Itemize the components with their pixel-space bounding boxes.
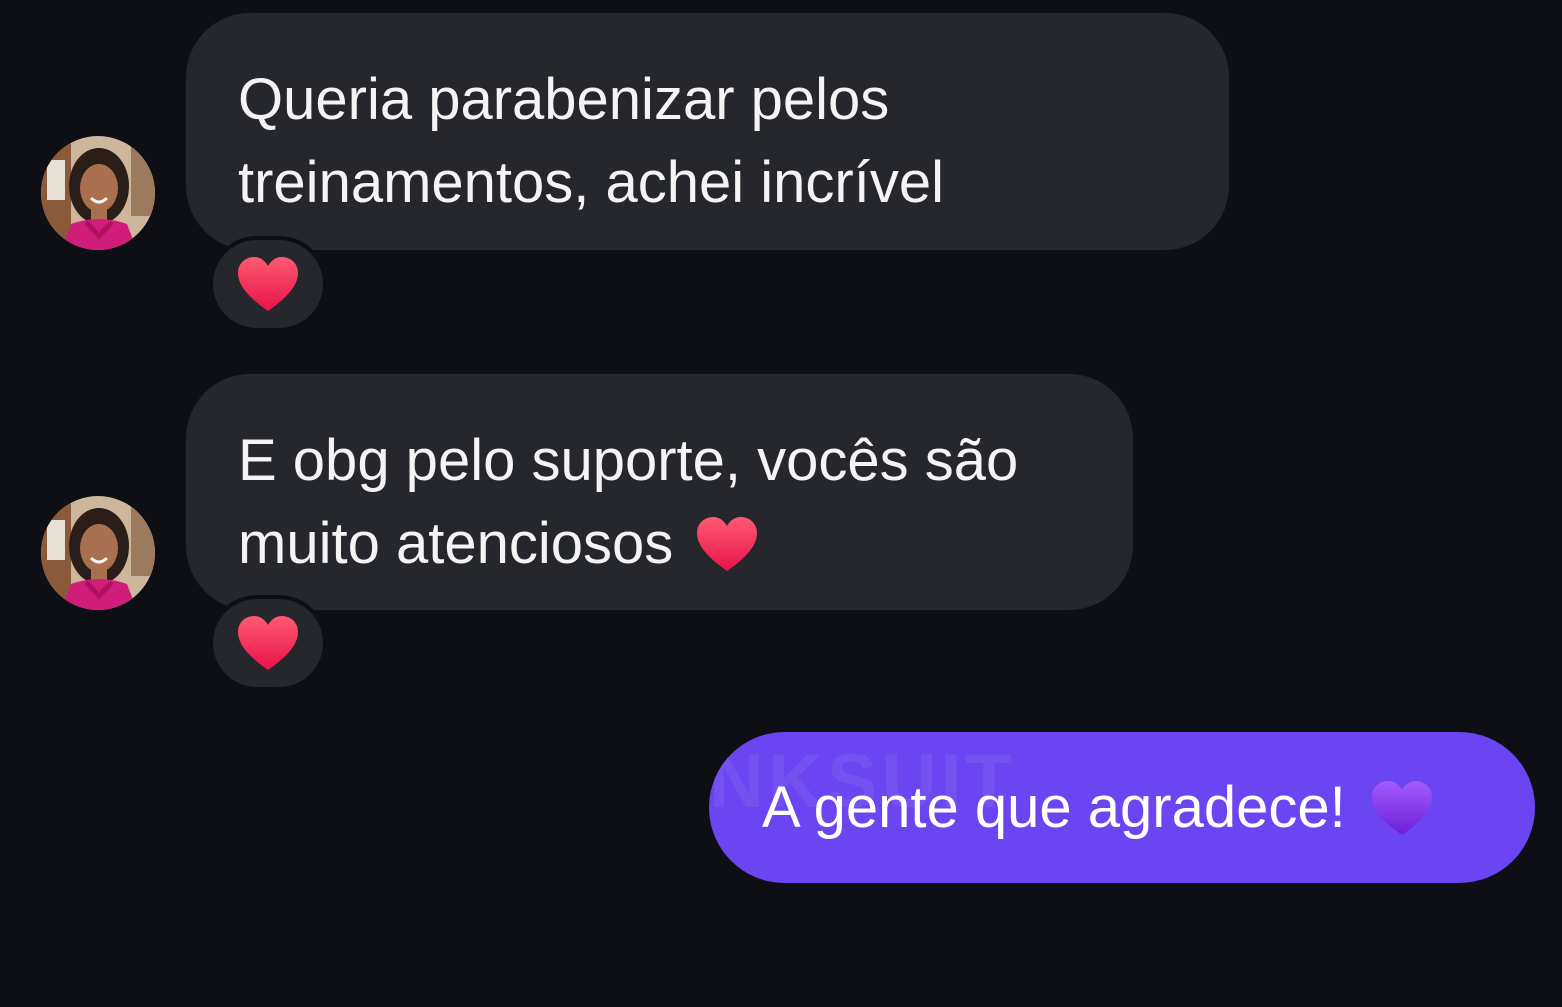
red-heart-icon	[695, 515, 759, 573]
message-bubble-incoming[interactable]: Queria parabenizar pelos treinamentos, a…	[186, 13, 1229, 250]
contact-avatar[interactable]	[41, 136, 155, 250]
purple-heart-icon	[1370, 779, 1434, 837]
message-text-line: treinamentos, achei incrível	[238, 150, 944, 215]
message-text: A gente que agradece!	[762, 774, 1434, 841]
message-bubble-incoming[interactable]: E obg pelo suporte, vocês são muito aten…	[186, 374, 1133, 610]
message-text: muito atenciosos	[238, 511, 674, 576]
message-text-line: E obg pelo suporte, vocês são	[238, 428, 1019, 493]
message-text-content: A gente que agradece!	[762, 775, 1346, 840]
red-heart-icon	[236, 255, 300, 313]
contact-avatar[interactable]	[41, 496, 155, 610]
red-heart-icon	[236, 614, 300, 672]
avatar-photo-icon	[41, 136, 155, 250]
message-text-line: muito atenciosos	[238, 502, 1081, 585]
message-bubble-outgoing[interactable]: NKSUIT A gente que agradece!	[709, 732, 1535, 883]
reaction-badge[interactable]	[209, 236, 327, 332]
avatar-photo-icon	[41, 496, 155, 610]
reaction-badge[interactable]	[209, 595, 327, 691]
message-text-line: Queria parabenizar pelos	[238, 67, 890, 132]
chat-thread: Queria parabenizar pelos treinamentos, a…	[0, 0, 1562, 1007]
